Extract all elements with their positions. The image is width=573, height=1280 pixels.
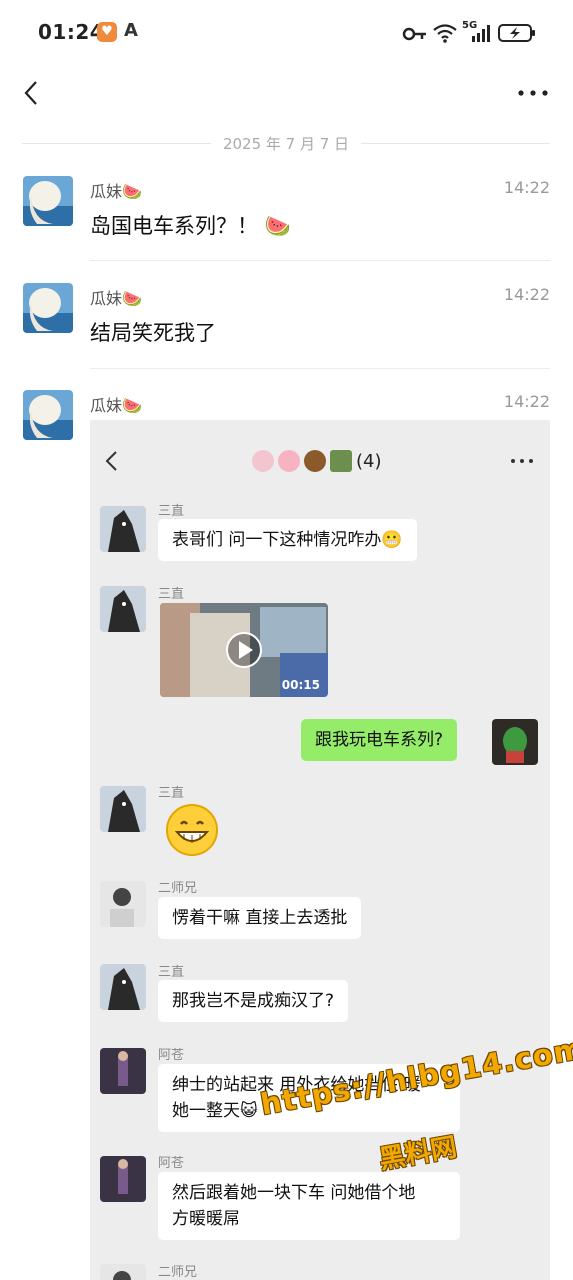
status-time: 01:24	[38, 20, 105, 44]
chat-bubble-line: 方暖暖屌	[172, 1209, 240, 1229]
avatar[interactable]	[23, 176, 73, 226]
avatar-self	[492, 719, 538, 765]
chat-bubble: 然后跟着她一块下车 问她借个地 方暖暖屌	[158, 1172, 460, 1240]
group-member-count: (4)	[356, 450, 382, 472]
wifi-icon	[433, 24, 457, 43]
avatar	[100, 586, 146, 632]
video-duration: 00:15	[281, 678, 320, 692]
avatar[interactable]	[23, 390, 73, 440]
avatar	[100, 506, 146, 552]
row-divider	[90, 368, 550, 369]
chat-bubble: 那我岂不是成痴汉了?	[158, 980, 349, 1022]
inner-sender-name: 三直	[158, 965, 185, 980]
inner-back-icon	[105, 451, 117, 471]
chat-bubble: 表哥们 问一下这种情况咋办😬	[158, 519, 417, 561]
date-label: 2025 年 7 月 7 日	[222, 134, 350, 153]
chat-bubble-line: 然后跟着她一块下车 问她借个地	[172, 1183, 416, 1203]
inner-sender-name: 三直	[158, 587, 185, 602]
avatar	[100, 1048, 146, 1094]
avatar[interactable]	[23, 283, 73, 333]
message-text[interactable]: 结局笑死我了	[90, 317, 216, 347]
row-divider	[90, 260, 550, 261]
inner-sender-name: 阿苍	[158, 1048, 185, 1063]
grinning-face-sticker	[166, 804, 218, 856]
group-chat-title: (4)	[252, 448, 382, 474]
pig-emoji-icon	[278, 450, 300, 472]
app-notification-icon: ♥	[97, 22, 117, 42]
inner-sender-name: 三直	[158, 786, 185, 801]
inner-sender-name: 三直	[158, 504, 185, 519]
message-time: 14:22	[503, 285, 550, 304]
bear-emoji-icon	[304, 450, 326, 472]
message-time: 14:22	[503, 178, 550, 197]
avatar	[100, 1264, 146, 1280]
inner-more-icon	[511, 459, 533, 463]
battery-charging-icon	[498, 24, 535, 42]
shared-screenshot-image[interactable]: (4) 三直 表哥们 问一下这种情况咋办😬 三直 00:15 跟我玩电车系列? …	[90, 420, 550, 1280]
cellular-signal-icon: 5G	[462, 20, 494, 44]
sender-name: 瓜妹🍉	[90, 289, 142, 308]
avatar	[100, 964, 146, 1010]
more-options-button[interactable]	[516, 82, 550, 104]
sender-name: 瓜妹🍉	[90, 182, 142, 201]
avatar	[100, 1156, 146, 1202]
avatar	[100, 881, 146, 927]
message-time: 14:22	[503, 392, 550, 411]
inner-sender-name: 二师兄	[158, 881, 198, 896]
sender-name: 瓜妹🍉	[90, 396, 142, 415]
inner-sender-name: 阿苍	[158, 1156, 185, 1171]
chat-bubble-self: 跟我玩电车系列?	[301, 719, 458, 761]
message-text[interactable]: 岛国电车系列？！ 🍉	[90, 210, 291, 240]
inner-sender-name: 二师兄	[158, 1265, 198, 1280]
cow-emoji-icon	[252, 450, 274, 472]
date-divider: 2025 年 7 月 7 日	[22, 133, 551, 153]
key-icon	[402, 27, 426, 41]
chat-bubble: 愣着干嘛 直接上去透批	[158, 897, 362, 939]
avatar	[100, 786, 146, 832]
accessibility-icon: A	[124, 20, 138, 41]
person-emoji-icon	[330, 450, 352, 472]
video-thumbnail: 00:15	[160, 603, 328, 697]
back-button[interactable]	[18, 78, 48, 108]
